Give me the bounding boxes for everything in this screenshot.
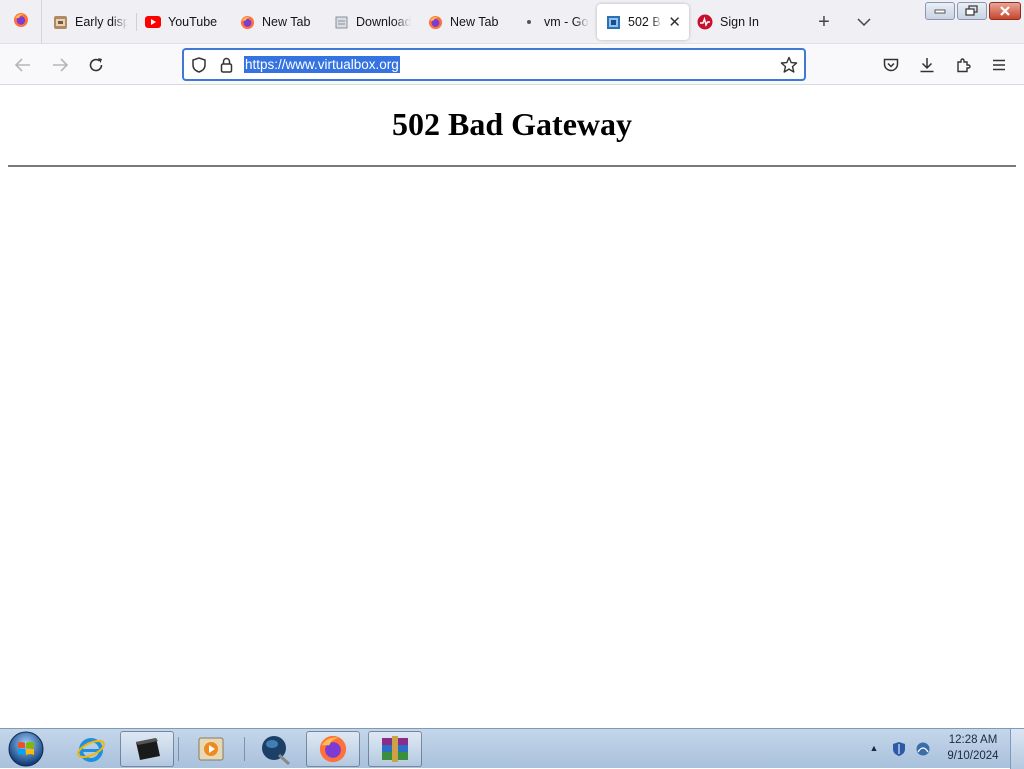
download-icon [920, 58, 934, 73]
winrar-icon [382, 736, 408, 762]
document-icon [333, 14, 349, 30]
start-button[interactable] [6, 730, 46, 768]
close-tab-icon[interactable]: ✕ [668, 13, 681, 31]
security-shield-tray-icon[interactable] [890, 740, 908, 758]
tab-vm-google[interactable]: vm - Goo [513, 4, 597, 40]
horizontal-rule [8, 165, 1016, 167]
clock-time: 12:28 AM [948, 734, 998, 746]
url-text[interactable]: https://www.virtualbox.org [244, 56, 400, 73]
taskbar-network[interactable] [248, 731, 302, 767]
pocket-icon [883, 58, 899, 71]
taskbar-firefox[interactable] [306, 731, 360, 767]
clock-date: 9/10/2024 [947, 750, 999, 762]
youtube-icon [145, 14, 161, 30]
downloads-button[interactable] [914, 52, 940, 78]
list-all-tabs-button[interactable] [852, 8, 876, 36]
windows-start-orb-icon [8, 731, 44, 767]
tab-502-bad-gateway[interactable]: 502 Ba ✕ [597, 4, 689, 40]
puzzle-piece-icon [957, 58, 971, 73]
dot-icon [521, 14, 537, 30]
plus-icon: + [818, 10, 830, 33]
taskbar: ▲ 12:28 AM 9/10/2024 [0, 728, 1024, 769]
reload-button[interactable] [83, 52, 109, 78]
firefox-view-button[interactable] [0, 0, 42, 44]
address-bar[interactable]: https://www.virtualbox.org [182, 48, 806, 81]
show-hidden-icons-button[interactable]: ▲ [868, 742, 880, 754]
extensions-button[interactable] [951, 52, 977, 78]
new-tab-button[interactable]: + [812, 8, 836, 36]
restore-button[interactable] [957, 2, 987, 20]
pocket-button[interactable] [878, 52, 904, 78]
tab-new-tab-2[interactable]: New Tab [419, 4, 513, 40]
page-heading: 502 Bad Gateway [392, 106, 632, 142]
close-icon [1000, 6, 1010, 16]
app-menu-button[interactable] [986, 52, 1012, 78]
network-tray-icon[interactable] [914, 740, 932, 758]
close-window-button[interactable] [989, 2, 1021, 20]
taskbar-media-player[interactable] [184, 731, 238, 767]
system-clock[interactable]: 12:28 AM 9/10/2024 [940, 732, 1006, 764]
back-arrow-icon [15, 58, 30, 72]
taskbar-terminal[interactable] [120, 731, 174, 767]
tracking-protection-shield-icon[interactable] [190, 55, 208, 75]
tab-sign-in[interactable]: Sign In [689, 4, 783, 40]
internet-explorer-icon [77, 738, 105, 762]
navigation-toolbar: https://www.virtualbox.org [0, 44, 1024, 85]
restore-icon [965, 5, 978, 16]
minimize-button[interactable] [925, 2, 955, 20]
tab-early-displ[interactable]: Early displ [44, 4, 136, 40]
forward-button[interactable] [47, 52, 73, 78]
archive-icon [52, 14, 68, 30]
taskbar-separator [244, 737, 245, 761]
reload-icon [89, 58, 103, 72]
sign-in-icon [697, 14, 713, 30]
tab-youtube[interactable]: YouTube [137, 4, 231, 40]
tab-strip: Early displ YouTube New Tab Download New… [0, 0, 1024, 44]
back-button[interactable] [10, 52, 36, 78]
hamburger-menu-icon [993, 59, 1005, 71]
tab-new-tab[interactable]: New Tab [231, 4, 325, 40]
show-desktop-button[interactable] [1010, 729, 1024, 769]
firefox-icon [427, 14, 443, 30]
firefox-icon [13, 12, 29, 33]
bookmark-star-icon[interactable] [778, 54, 800, 76]
tab-download[interactable]: Download [325, 4, 419, 40]
firefox-icon [239, 14, 255, 30]
forward-arrow-icon [53, 58, 68, 72]
media-player-icon [198, 737, 224, 761]
taskbar-internet-explorer[interactable] [64, 731, 118, 767]
taskbar-separator [178, 737, 179, 761]
network-globe-icon [262, 736, 291, 765]
chevron-down-icon [857, 18, 871, 27]
tab-list: Early displ YouTube New Tab Download New… [44, 4, 783, 40]
minimize-icon [934, 9, 946, 14]
virtualbox-icon [605, 14, 621, 30]
lock-icon[interactable] [217, 55, 235, 75]
terminal-icon [136, 738, 160, 760]
chevron-up-icon: ▲ [869, 743, 879, 753]
firefox-icon [319, 735, 347, 763]
page-content: 502 Bad Gateway [0, 86, 1024, 728]
taskbar-winrar[interactable] [368, 731, 422, 767]
